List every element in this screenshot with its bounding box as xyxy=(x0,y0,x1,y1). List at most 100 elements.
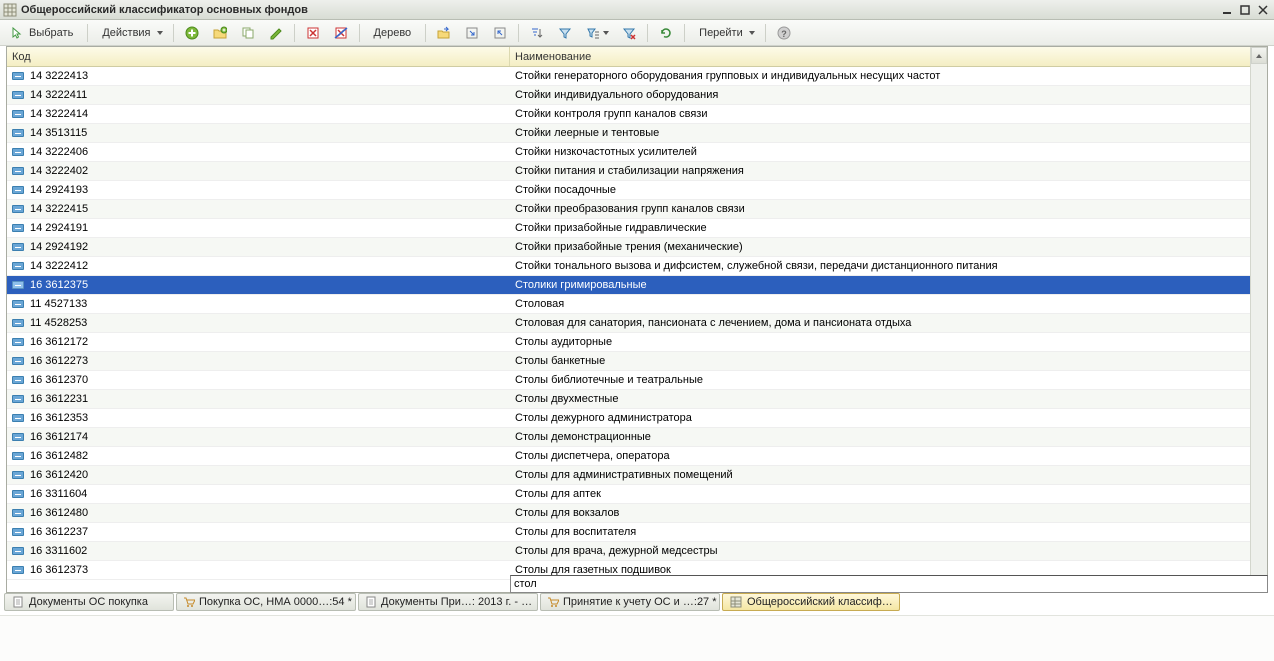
table-row[interactable]: 14 2924193Стойки посадочные xyxy=(7,181,1267,200)
window-tab[interactable]: Общероссийский классиф… xyxy=(722,593,900,611)
code-text: 14 3222411 xyxy=(30,89,87,101)
item-icon xyxy=(12,509,24,517)
scroll-up-button[interactable] xyxy=(1251,47,1267,64)
table-row[interactable]: 14 3222406Стойки низкочастотных усилител… xyxy=(7,143,1267,162)
table-row[interactable]: 11 4528253Столовая для санатория, пансио… xyxy=(7,314,1267,333)
table-row[interactable]: 16 3311602Столы для врача, дежурной медс… xyxy=(7,542,1267,561)
tab-label: Документы ОС покупка xyxy=(29,596,148,608)
cart-icon xyxy=(547,595,559,609)
cell-code: 16 3612420 xyxy=(7,469,510,481)
scroll-track[interactable] xyxy=(1251,64,1267,575)
table-row[interactable]: 16 3612273Столы банкетные xyxy=(7,352,1267,371)
table-row[interactable]: 14 3222412Стойки тонального вызова и диф… xyxy=(7,257,1267,276)
code-text: 16 3612172 xyxy=(30,336,88,348)
level-down-button[interactable] xyxy=(459,22,485,44)
window-tab[interactable]: Принятие к учету ОС и …:27 * xyxy=(540,593,720,611)
item-icon xyxy=(12,357,24,365)
table-row[interactable]: 16 3612231Столы двухместные xyxy=(7,390,1267,409)
table-row[interactable]: 14 2924192Стойки призабойные трения (мех… xyxy=(7,238,1267,257)
table-row[interactable]: 14 3222414 Стойки контроля групп каналов … xyxy=(7,105,1267,124)
cell-code: 14 3222415 xyxy=(7,203,510,215)
delete-button[interactable] xyxy=(300,22,326,44)
table-row[interactable]: 16 3612482Столы диспетчера, оператора xyxy=(7,447,1267,466)
table-row[interactable]: 16 3612370Столы библиотечные и театральн… xyxy=(7,371,1267,390)
level-up-button[interactable] xyxy=(487,22,513,44)
folder-plus-icon xyxy=(212,25,228,41)
table-row[interactable]: 16 3612480Столы для вокзалов xyxy=(7,504,1267,523)
add-button[interactable] xyxy=(179,22,205,44)
table-row[interactable]: 16 3612353Столы дежурного администратора xyxy=(7,409,1267,428)
filter-sort-button[interactable] xyxy=(524,22,550,44)
cell-code: 16 3612353 xyxy=(7,412,510,424)
table-row[interactable]: 14 2924191Стойки призабойные гидравличес… xyxy=(7,219,1267,238)
cell-code: 14 3222412 xyxy=(7,260,510,272)
item-icon xyxy=(12,72,24,80)
filter-settings-button[interactable] xyxy=(580,22,614,44)
move-to-folder-icon xyxy=(436,25,452,41)
table-row[interactable]: 14 3513115Стойки леерные и тентовые xyxy=(7,124,1267,143)
window-tab[interactable]: Документы ОС покупка xyxy=(4,593,174,611)
window-tab[interactable]: Покупка ОС, НМА 0000…:54 * xyxy=(176,593,356,611)
cell-name: Столы для врача, дежурной медсестры xyxy=(510,545,1267,557)
filter-off-button[interactable] xyxy=(616,22,642,44)
refresh-button[interactable] xyxy=(653,22,679,44)
svg-text:?: ? xyxy=(781,29,787,39)
cell-name: Столы для воспитателя xyxy=(510,526,1267,538)
cell-code: 14 2924191 xyxy=(7,222,510,234)
actions-menu[interactable]: Действия xyxy=(93,22,167,44)
app-icon xyxy=(3,3,17,17)
table-row[interactable]: 16 3311604Столы для аптек xyxy=(7,485,1267,504)
copy-button[interactable] xyxy=(235,22,261,44)
tree-toggle-button[interactable]: Дерево xyxy=(365,22,421,44)
filter-value-button[interactable] xyxy=(552,22,578,44)
item-icon xyxy=(12,433,24,441)
code-text: 14 3222414 xyxy=(30,108,88,120)
copy-icon xyxy=(240,25,256,41)
column-header-name[interactable]: Наименование xyxy=(510,47,1267,66)
cell-name: Стойки контроля групп каналов связи xyxy=(510,108,1267,120)
item-icon xyxy=(12,566,24,574)
edit-button[interactable] xyxy=(263,22,289,44)
help-button[interactable]: ? xyxy=(771,22,797,44)
table-row[interactable]: 16 3612174Столы демонстрационные xyxy=(7,428,1267,447)
table-row[interactable]: 11 4527133Столовая xyxy=(7,295,1267,314)
maximize-button[interactable] xyxy=(1237,3,1253,17)
cell-name: Стойки индивидуального оборудования xyxy=(510,89,1267,101)
move-item-button[interactable] xyxy=(431,22,457,44)
column-header-code[interactable]: Код xyxy=(7,47,510,66)
table-row[interactable]: 16 3612420Столы для административных пом… xyxy=(7,466,1267,485)
table-row[interactable]: 14 3222402Стойки питания и стабилизации … xyxy=(7,162,1267,181)
close-button[interactable] xyxy=(1255,3,1271,17)
separator xyxy=(765,24,766,42)
funnel-list-icon xyxy=(585,25,601,41)
table-body[interactable]: 14 3222413Стойки генераторного оборудова… xyxy=(7,67,1267,592)
code-text: 16 3612174 xyxy=(30,431,88,443)
table-row[interactable]: 16 3612237Столы для воспитателя xyxy=(7,523,1267,542)
item-icon xyxy=(12,281,24,289)
toolbar: Выбрать Действия Дерево xyxy=(0,20,1274,46)
cell-code: 14 3222413 xyxy=(7,70,510,82)
cell-code: 16 3612273 xyxy=(7,355,510,367)
tab-label: Покупка ОС, НМА 0000…:54 * xyxy=(199,596,352,608)
vertical-scrollbar[interactable] xyxy=(1250,47,1267,592)
search-input[interactable] xyxy=(510,575,1268,593)
table-row[interactable]: 14 3222415Стойки преобразования групп ка… xyxy=(7,200,1267,219)
select-button[interactable]: Выбрать xyxy=(4,22,82,44)
table-row[interactable]: 16 3612375Столики гримировальные xyxy=(7,276,1267,295)
code-text: 14 2924193 xyxy=(30,184,88,196)
item-icon xyxy=(12,300,24,308)
window-tab[interactable]: Документы При…: 2013 г. - … xyxy=(358,593,538,611)
table-row[interactable]: 14 3222411 Стойки индивидуального оборудо… xyxy=(7,86,1267,105)
item-icon xyxy=(12,129,24,137)
code-text: 16 3612370 xyxy=(30,374,88,386)
code-text: 16 3311604 xyxy=(30,488,87,500)
cell-name: Столы двухместные xyxy=(510,393,1267,405)
table-row[interactable]: 16 3612172Столы аудиторные xyxy=(7,333,1267,352)
add-group-button[interactable] xyxy=(207,22,233,44)
table-row[interactable]: 14 3222413Стойки генераторного оборудова… xyxy=(7,67,1267,86)
goto-menu[interactable]: Перейти xyxy=(690,22,760,44)
minimize-button[interactable] xyxy=(1219,3,1235,17)
cell-code: 16 3612237 xyxy=(7,526,510,538)
refresh-icon xyxy=(658,25,674,41)
uncross-button[interactable] xyxy=(328,22,354,44)
